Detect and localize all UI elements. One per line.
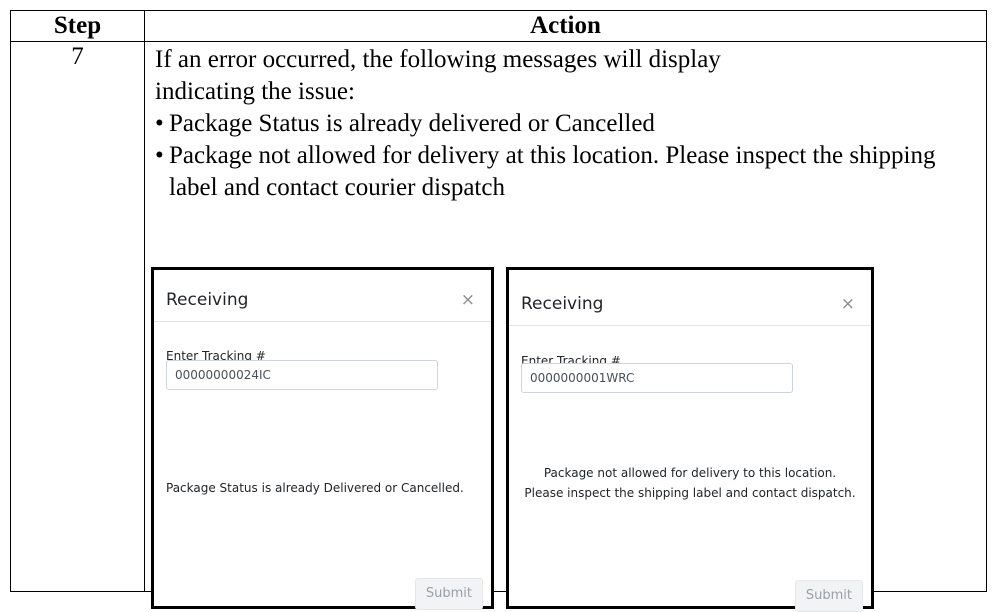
list-item: Package Status is already delivered or C…	[155, 108, 986, 140]
tracking-input[interactable]: 00000000024IC	[166, 360, 438, 390]
submit-button[interactable]: Submit	[794, 580, 863, 612]
error-message-line: Package Status is already Delivered or C…	[166, 481, 464, 495]
action-intro-line-1: If an error occurred, the following mess…	[155, 46, 721, 73]
modal-header: Receiving ×	[154, 270, 491, 322]
header-row: Step Action	[10, 10, 987, 42]
error-message-list: Package Status is already delivered or C…	[155, 108, 986, 204]
modal-title: Receiving	[521, 294, 604, 314]
receiving-modal-delivered: Receiving × Enter Tracking # 00000000024…	[151, 267, 494, 610]
error-message-line: Package not allowed for delivery to this…	[543, 466, 837, 480]
action-text: If an error occurred, the following mess…	[145, 42, 986, 204]
error-message: Package not allowed for delivery to this…	[509, 463, 871, 503]
modal-header: Receiving ×	[509, 270, 871, 326]
screenshots: Receiving × Enter Tracking # 00000000024…	[151, 267, 874, 612]
list-item: Package not allowed for delivery at this…	[155, 140, 986, 204]
modal-title: Receiving	[166, 290, 249, 310]
tracking-input[interactable]: 0000000001WRC	[521, 363, 793, 393]
close-icon[interactable]: ×	[841, 288, 855, 320]
step-header: Step	[10, 10, 145, 42]
close-icon[interactable]: ×	[461, 284, 475, 316]
error-message-line: Please inspect the shipping label and co…	[524, 486, 856, 500]
error-message: Package Status is already Delivered or C…	[166, 478, 464, 498]
action-header: Action	[144, 10, 987, 42]
receiving-modal-not-allowed: Receiving × Enter Tracking # 0000000001W…	[506, 267, 874, 612]
table-row: 7 If an error occurred, the following me…	[10, 41, 987, 612]
procedure-table: Step Action 7 If an error occurred, the …	[10, 10, 987, 612]
action-intro-line-2: indicating the issue:	[155, 78, 355, 105]
action-cell: If an error occurred, the following mess…	[144, 41, 987, 612]
submit-button[interactable]: Submit	[414, 578, 483, 610]
step-number: 7	[10, 41, 145, 592]
